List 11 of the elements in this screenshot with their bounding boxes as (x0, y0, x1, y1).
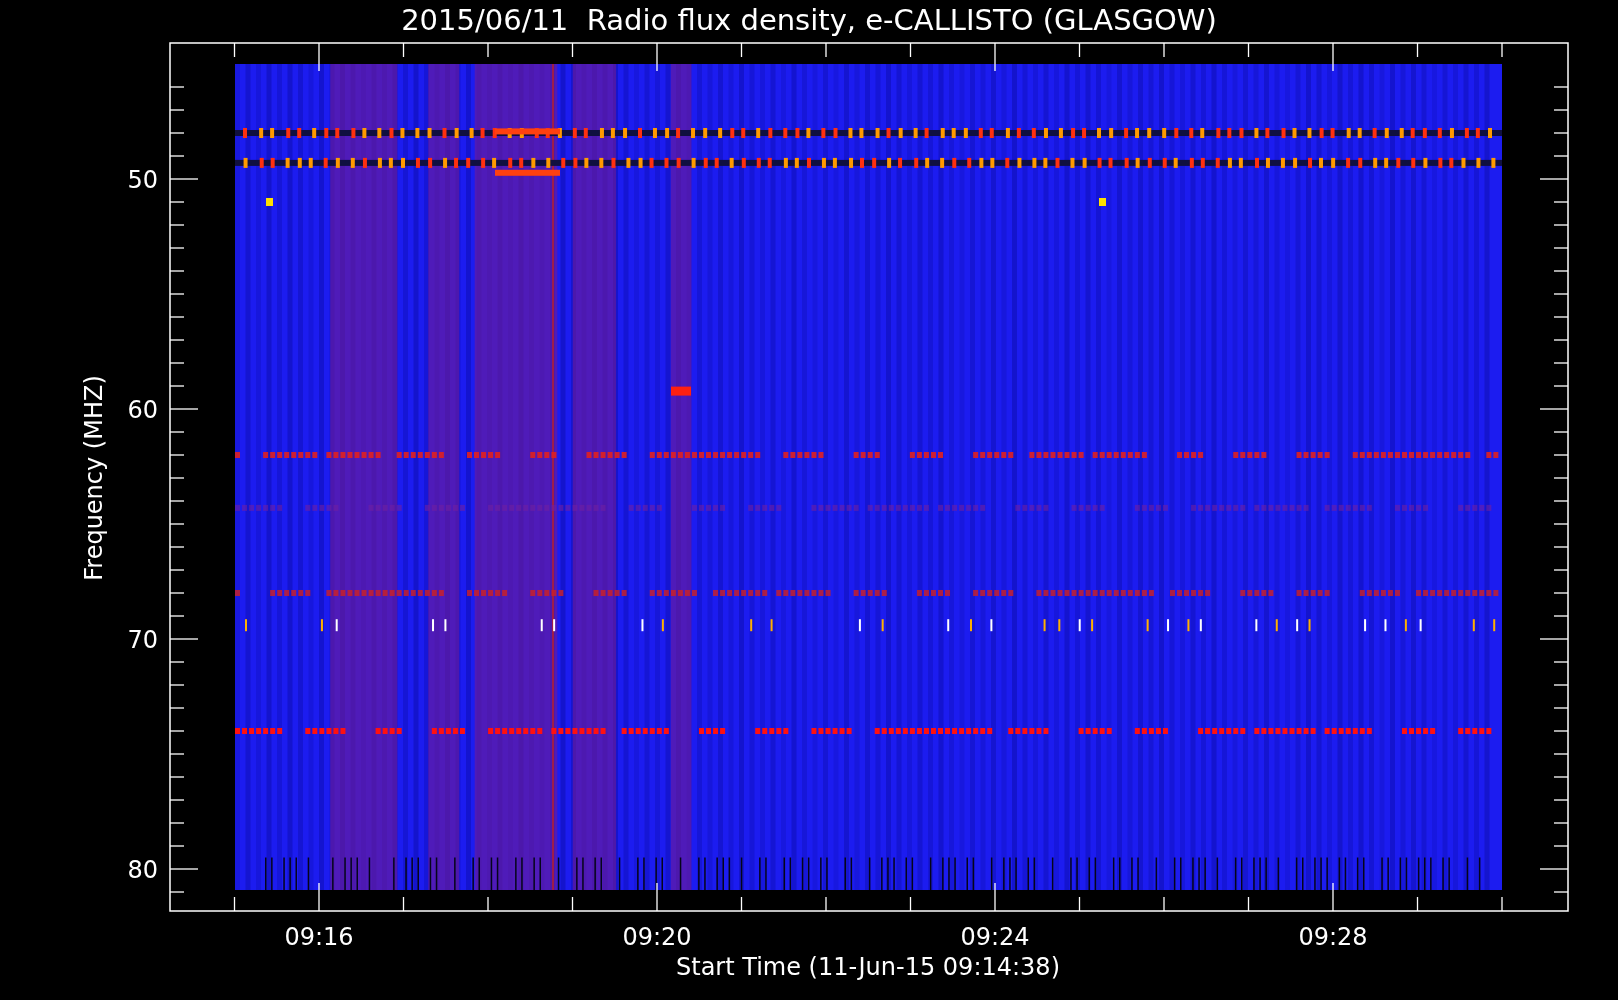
y-tick-label: 70 (127, 626, 158, 654)
x-tick-label: 09:28 (1298, 923, 1368, 951)
x-tick-label: 09:16 (284, 923, 354, 951)
y-tick-label: 50 (127, 166, 158, 194)
x-tick-label: 09:20 (622, 923, 692, 951)
y-tick-label: 80 (127, 856, 158, 884)
x-tick-label: 09:24 (960, 923, 1030, 951)
chart-title: 2015/06/11 Radio flux density, e-CALLISTO (GLASGOW) (401, 3, 1217, 37)
y-tick-label: 60 (127, 396, 158, 424)
x-axis-label: Start Time (11-Jun-15 09:14:38) (676, 953, 1060, 981)
y-axis-label: Frequency (MHZ) (80, 375, 108, 581)
